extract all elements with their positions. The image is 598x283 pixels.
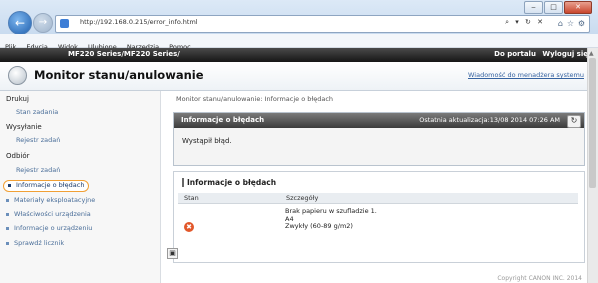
refresh-icon[interactable]: ↻: [567, 115, 581, 128]
home-icon[interactable]: ⌂: [558, 19, 563, 28]
bullet-icon: [8, 183, 11, 187]
page-top-icon[interactable]: ▣: [167, 248, 178, 259]
table-row: Brak papieru w szufladzie 1. A4 Zwykły (…: [285, 207, 377, 231]
page-icon: [60, 19, 69, 28]
column-details: Szczegóły: [286, 194, 319, 202]
last-update: Ostatnia aktualizacja:13/08 2014 07:26 A…: [419, 116, 560, 124]
panel-header: Informacje o błędach Ostatnia aktualizac…: [174, 113, 584, 128]
sidebar-item-label: Materiały eksploatacyjne: [14, 196, 96, 204]
section-title: Informacje o błędach: [182, 178, 276, 187]
address-tools[interactable]: ⌕ ▾ ↻ ✕: [505, 18, 545, 27]
scroll-up-icon[interactable]: ▲: [589, 50, 594, 57]
sidebar-section-print: Drukuj: [6, 95, 29, 103]
column-status: Stan: [184, 194, 199, 202]
forward-button[interactable]: →: [33, 13, 53, 33]
sidebar-section-receive: Odbiór: [6, 152, 30, 160]
back-button[interactable]: ←: [8, 11, 32, 35]
sidebar-item-label: Właściwości urządzenia: [14, 210, 91, 218]
sidebar-item-label: Informacje o urządzeniu: [14, 224, 93, 232]
browser-titlebar: ‒ □ ✕ ← → http://192.168.0.215/error_inf…: [0, 0, 598, 35]
sidebar-item-check-counter[interactable]: Sprawdź licznik: [6, 239, 64, 247]
monitor-logo-icon: [8, 66, 27, 85]
logout-link[interactable]: Wyloguj się: [542, 50, 588, 58]
minimize-button[interactable]: ‒: [524, 1, 543, 14]
settings-icon[interactable]: ⚙: [578, 19, 585, 28]
bullet-icon: [6, 212, 9, 216]
sidebar-item-job-status[interactable]: Stan zadania: [16, 108, 58, 116]
menu-bar: Plik Edycja Widok Ulubione Narzędzia Pom…: [0, 34, 598, 51]
sidebar-item-label: Sprawdź licznik: [14, 239, 65, 247]
header-links: Do portalu Wyloguj się: [490, 50, 588, 58]
breadcrumb: Monitor stanu/anulowanie: Informacje o b…: [176, 95, 334, 103]
page-title-area: Monitor stanu/anulowanie Wiadomość do me…: [0, 62, 588, 91]
address-bar[interactable]: http://192.168.0.215/error_info.html ⌕ ▾…: [55, 15, 590, 33]
sidebar-item-receive-log[interactable]: Rejestr zadań: [16, 166, 60, 174]
scroll-thumb[interactable]: [589, 58, 596, 188]
detail-line: Brak papieru w szufladzie 1.: [285, 207, 377, 215]
panel-title: Informacje o błędach: [181, 116, 265, 124]
bullet-icon: [6, 198, 9, 202]
sidebar-section-send: Wysyłanie: [6, 123, 42, 131]
sidebar-item-send-log[interactable]: Rejestr zadań: [16, 136, 60, 144]
page-title: Monitor stanu/anulowanie: [34, 68, 204, 82]
browser-window: ‒ □ ✕ ← → http://192.168.0.215/error_inf…: [0, 0, 598, 283]
favorites-icon[interactable]: ☆: [567, 19, 574, 28]
copyright: Copyright CANON INC. 2014: [497, 275, 582, 282]
bullet-icon: [6, 241, 9, 245]
bullet-icon: [6, 226, 9, 230]
detail-line: Zwykły (60-89 g/m2): [285, 222, 353, 231]
sidebar-item-device-features[interactable]: Właściwości urządzenia: [6, 210, 91, 218]
maximize-button[interactable]: □: [544, 1, 563, 14]
mail-to-admin-link[interactable]: Wiadomość do menadżera systemu: [468, 71, 584, 79]
address-url[interactable]: http://192.168.0.215/error_info.html: [80, 18, 198, 26]
error-details-panel: Informacje o błędach Stan Szczegóły ✖ Br…: [173, 171, 585, 263]
status-message: Wystąpił błąd.: [182, 137, 232, 145]
error-info-panel: Informacje o błędach Ostatnia aktualizac…: [173, 112, 585, 166]
main-content: Monitor stanu/anulowanie: Informacje o b…: [164, 91, 588, 283]
sidebar-item-consumables[interactable]: Materiały eksploatacyjne: [6, 196, 95, 204]
close-window-button[interactable]: ✕: [564, 1, 592, 14]
window-controls: ‒ □ ✕: [524, 1, 592, 14]
vertical-scrollbar[interactable]: ▲: [587, 48, 598, 283]
error-icon: ✖: [184, 222, 194, 232]
table-header: Stan Szczegóły: [178, 193, 578, 204]
device-header-bar: MF220 Series/MF220 Series/ Do portalu Wy…: [0, 48, 598, 62]
portal-link[interactable]: Do portalu: [494, 50, 536, 58]
sidebar-item-error-info[interactable]: Informacje o błędach: [3, 180, 89, 192]
device-model: MF220 Series/MF220 Series/: [68, 50, 180, 58]
sidebar-item-device-info[interactable]: Informacje o urządzeniu: [6, 224, 92, 232]
sidebar: Drukuj Stan zadania Wysyłanie Rejestr za…: [0, 91, 161, 283]
sidebar-item-label: Informacje o błędach: [16, 181, 85, 189]
